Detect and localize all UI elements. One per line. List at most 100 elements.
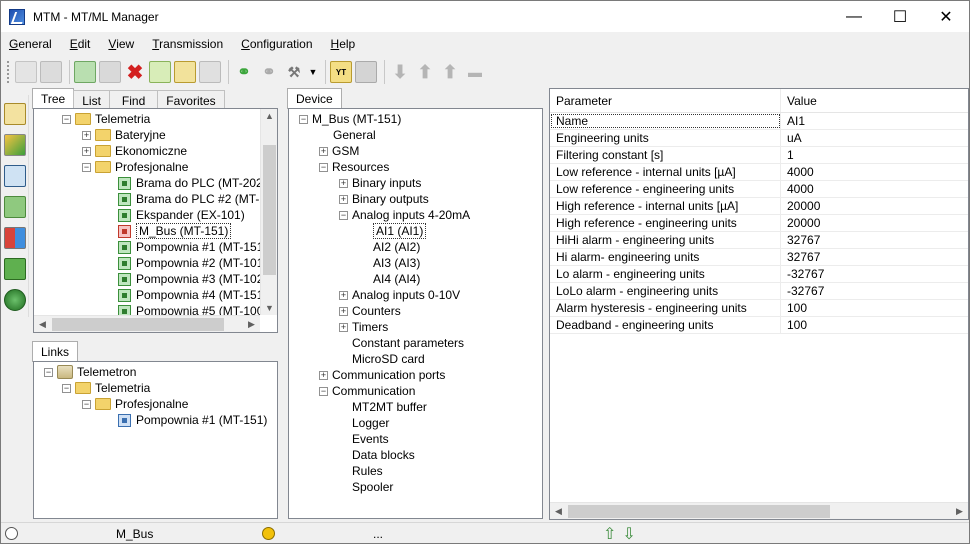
menu-view[interactable]: View — [108, 37, 134, 51]
scroll-down-icon[interactable]: ▼ — [261, 303, 278, 313]
yt-icon[interactable]: YT — [330, 61, 352, 83]
monitor-icon[interactable] — [4, 165, 26, 187]
device-node-binary-inputs[interactable]: + Binary inputs — [289, 175, 542, 191]
scroll-up-icon[interactable]: ▲ — [261, 111, 278, 121]
tree-device[interactable]: Brama do PLC #2 (MT-25 — [34, 191, 260, 207]
device-node-timers[interactable]: + Timers — [289, 319, 542, 335]
tree-node-profesjonalne[interactable]: − Profesjonalne — [34, 159, 260, 175]
chevron-down-icon[interactable]: ▼ — [308, 61, 318, 83]
tab-favorites[interactable]: Favorites — [157, 90, 225, 109]
parameter-value[interactable]: AI1 — [781, 113, 805, 129]
transfer-icon[interactable] — [355, 61, 377, 83]
tool-icon[interactable]: ⚒ — [283, 61, 305, 83]
device-node-analog-010[interactable]: + Analog inputs 0-10V — [289, 287, 542, 303]
scroll-thumb[interactable] — [52, 318, 224, 331]
parameter-value[interactable]: 32767 — [781, 232, 820, 248]
parameter-value[interactable]: -32767 — [781, 283, 824, 299]
disconnect-icon[interactable]: ⚭ — [258, 61, 280, 83]
connect-icon[interactable]: ⚭ — [233, 61, 255, 83]
device-node-counters[interactable]: + Counters — [289, 303, 542, 319]
delete-icon[interactable]: ✖ — [124, 61, 146, 84]
tree-device[interactable]: Ekspander (EX-101) — [34, 207, 260, 223]
device-node-comm-ports[interactable]: + Communication ports — [289, 367, 542, 383]
arrow-up-alt-icon[interactable]: ⬆ — [439, 61, 461, 83]
device-node-ai1[interactable]: AI1 (AI1) — [289, 223, 542, 239]
close-button[interactable]: ✕ — [923, 1, 969, 32]
parameter-row[interactable]: High reference - engineering units 20000 — [550, 215, 968, 232]
device-node-ai2[interactable]: AI2 (AI2) — [289, 239, 542, 255]
links-node-telemetron[interactable]: − Telemetron — [34, 364, 277, 380]
device-node-data-blocks[interactable]: Data blocks — [289, 447, 542, 463]
parameter-value[interactable]: 100 — [781, 300, 807, 316]
save-icon[interactable] — [40, 61, 62, 83]
parameter-row[interactable]: High reference - internal units [µA] 2000… — [550, 198, 968, 215]
tree-node-bateryjne[interactable]: + Bateryjne — [34, 127, 260, 143]
menu-general[interactable]: General — [9, 37, 52, 51]
tab-find[interactable]: Find — [108, 90, 159, 109]
tab-list[interactable]: List — [73, 90, 110, 109]
network-icon[interactable] — [4, 134, 26, 156]
parameter-value[interactable]: 100 — [781, 317, 807, 333]
grid-horizontal-scrollbar[interactable]: ◀ ▶ — [550, 502, 968, 519]
parameter-row[interactable]: LoLo alarm - engineering units -32767 — [550, 283, 968, 300]
erase-icon[interactable]: ▬ — [464, 61, 486, 83]
parameter-row[interactable]: Low reference - internal units [µA] 4000 — [550, 164, 968, 181]
tab-links[interactable]: Links — [32, 341, 79, 362]
tree-device[interactable]: Pompownia #4 (MT-151H — [34, 287, 260, 303]
scroll-left-icon[interactable]: ◀ — [34, 319, 51, 330]
arrow-up-icon[interactable]: ⬆ — [414, 61, 436, 83]
device-node-resources[interactable]: − Resources — [289, 159, 542, 175]
device-node-spooler[interactable]: Spooler — [289, 479, 542, 495]
parameter-value[interactable]: -32767 — [781, 266, 824, 282]
notebook-icon[interactable] — [4, 103, 26, 125]
toolbar-grip[interactable] — [7, 61, 11, 83]
column-header-value[interactable]: Value — [781, 89, 817, 112]
opc-icon[interactable] — [4, 196, 26, 218]
arrow-down-icon[interactable]: ⬇ — [389, 61, 411, 83]
map-icon[interactable] — [4, 258, 26, 280]
parameter-value[interactable]: uA — [781, 130, 802, 146]
blocks-icon[interactable] — [4, 227, 26, 249]
device-node-events[interactable]: Events — [289, 431, 542, 447]
device-node-logger[interactable]: Logger — [289, 415, 542, 431]
device-node-mt2mt[interactable]: MT2MT buffer — [289, 399, 542, 415]
device-node-gsm[interactable]: + GSM — [289, 143, 542, 159]
device-node-ai3[interactable]: AI3 (AI3) — [289, 255, 542, 271]
device-node-analog-420[interactable]: − Analog inputs 4-20mA — [289, 207, 542, 223]
edit-icon[interactable] — [149, 61, 171, 83]
parameter-row[interactable]: Hi alarm- engineering units 32767 — [550, 249, 968, 266]
parameter-value[interactable]: 4000 — [781, 164, 814, 180]
device-node-root[interactable]: − M_Bus (MT-151) — [289, 111, 542, 127]
parameter-row[interactable]: Name AI1 — [550, 113, 968, 130]
parameter-value[interactable]: 20000 — [781, 215, 820, 231]
parameter-row[interactable]: Low reference - engineering units 4000 — [550, 181, 968, 198]
tree-device[interactable]: Pompownia #3 (MT-102) — [34, 271, 260, 287]
scroll-right-icon[interactable]: ▶ — [951, 506, 968, 517]
parameter-value[interactable]: 4000 — [781, 181, 814, 197]
links-node-pompownia[interactable]: Pompownia #1 (MT-151) — [34, 412, 277, 428]
parameter-row[interactable]: Lo alarm - engineering units -32767 — [550, 266, 968, 283]
new-icon[interactable] — [15, 61, 37, 83]
column-header-parameter[interactable]: Parameter — [550, 89, 781, 112]
device-node-communication[interactable]: − Communication — [289, 383, 542, 399]
tab-device[interactable]: Device — [287, 88, 342, 109]
tree-device[interactable]: Pompownia #1 (MT-151) — [34, 239, 260, 255]
tab-tree[interactable]: Tree — [32, 88, 75, 109]
parameter-value[interactable]: 20000 — [781, 198, 820, 214]
tree-device-selected[interactable]: M_Bus (MT-151) — [34, 223, 260, 239]
parameter-row[interactable]: Filtering constant [s] 1 — [550, 147, 968, 164]
parameter-row[interactable]: Deadband - engineering units 100 — [550, 317, 968, 334]
device-node-general[interactable]: General — [289, 127, 542, 143]
tree-node-telemetria[interactable]: − Telemetria — [34, 111, 260, 127]
menu-help[interactable]: Help — [331, 37, 356, 51]
parameter-row[interactable]: Engineering units uA — [550, 130, 968, 147]
device-node-rules[interactable]: Rules — [289, 463, 542, 479]
paste-icon[interactable] — [199, 61, 221, 83]
menu-transmission[interactable]: Transmission — [152, 37, 223, 51]
device-node-constant[interactable]: Constant parameters — [289, 335, 542, 351]
tree-vertical-scrollbar[interactable]: ▲ ▼ — [260, 109, 277, 315]
minimize-button[interactable]: — — [831, 1, 877, 32]
parameter-row[interactable]: Alarm hysteresis - engineering units 100 — [550, 300, 968, 317]
scroll-left-icon[interactable]: ◀ — [550, 506, 567, 517]
scroll-thumb[interactable] — [568, 505, 830, 518]
